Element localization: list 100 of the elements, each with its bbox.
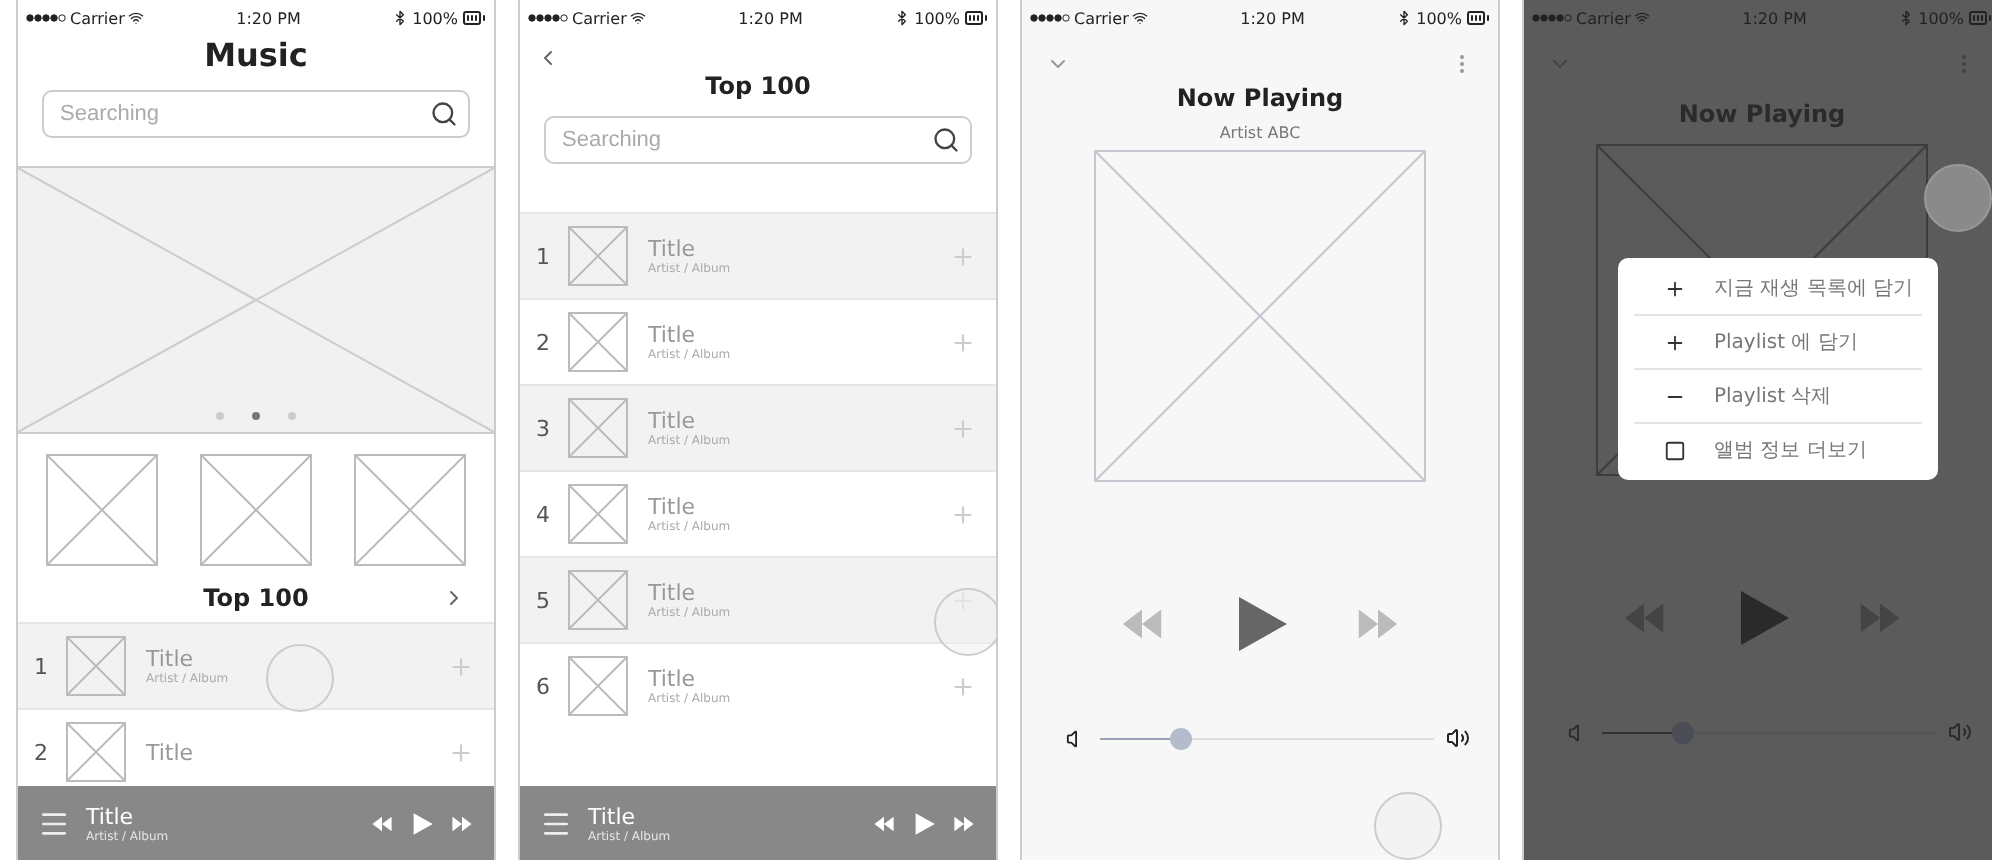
fast-forward-icon[interactable]	[952, 811, 976, 835]
add-icon[interactable]	[950, 329, 976, 355]
menu-item[interactable]: Playlist 에 담기	[1634, 316, 1922, 370]
wifi-icon	[1634, 10, 1651, 26]
add-icon[interactable]	[950, 587, 976, 613]
mini-player-title: Title	[588, 803, 638, 829]
rewind-icon[interactable]	[370, 811, 394, 835]
play-icon[interactable]	[410, 811, 434, 835]
rewind-icon[interactable]	[872, 811, 896, 835]
image-placeholder	[200, 454, 312, 566]
volume-slider[interactable]	[1602, 721, 1936, 743]
plus-icon	[1663, 331, 1685, 353]
add-icon[interactable]	[950, 415, 976, 441]
track-title: Title	[648, 494, 698, 520]
section-title: Top 100	[203, 584, 309, 612]
wifi-icon	[128, 10, 145, 26]
menu-item[interactable]: 앨범 정보 더보기	[1634, 424, 1922, 476]
track-title: Title	[648, 666, 698, 692]
battery-percent: 100%	[1416, 9, 1462, 27]
track-rank: 1	[34, 653, 50, 679]
status-time: 1:20 PM	[1240, 9, 1305, 27]
search-field[interactable]: Searching	[544, 116, 972, 164]
add-icon[interactable]	[950, 673, 976, 699]
battery-icon	[964, 6, 988, 30]
screen-title: Top 100	[703, 72, 813, 100]
image-placeholder	[66, 722, 126, 782]
bluetooth-icon	[1898, 10, 1915, 26]
track-title: Title	[146, 739, 196, 765]
track-rank: 2	[536, 329, 552, 355]
bluetooth-icon	[1396, 10, 1413, 26]
image-placeholder	[568, 656, 628, 716]
search-icon[interactable]	[430, 100, 458, 128]
menu-item[interactable]: 지금 재생 목록에 담기	[1634, 262, 1922, 316]
track-rank: 2	[34, 739, 50, 765]
artist-name: Artist ABC	[1217, 124, 1303, 142]
add-icon[interactable]	[448, 653, 474, 679]
add-icon[interactable]	[448, 739, 474, 765]
track-rank: 3	[536, 415, 552, 441]
bluetooth-icon	[392, 10, 409, 26]
volume-thumb[interactable]	[1671, 721, 1694, 743]
search-field[interactable]: Searching	[42, 90, 470, 138]
carrier-label: Carrier	[572, 9, 627, 27]
track-rank: 4	[536, 501, 552, 527]
track-rank: 1	[536, 243, 552, 269]
battery-percent: 100%	[412, 9, 458, 27]
touch-indicator-icon	[1374, 792, 1442, 860]
signal-icon	[26, 14, 66, 22]
track-rank: 6	[536, 673, 552, 699]
bluetooth-icon	[894, 10, 911, 26]
menu-icon[interactable]	[38, 807, 70, 839]
fast-forward-icon[interactable]	[450, 811, 474, 835]
image-placeholder	[568, 484, 628, 544]
menu-icon[interactable]	[540, 807, 572, 839]
battery-percent: 100%	[1918, 9, 1964, 27]
image-placeholder	[46, 454, 158, 566]
image-placeholder	[568, 226, 628, 286]
add-icon[interactable]	[950, 501, 976, 527]
touch-indicator-icon	[934, 588, 996, 656]
track-title: Title	[648, 408, 698, 434]
signal-icon	[1030, 14, 1070, 22]
battery-icon	[462, 6, 486, 30]
signal-icon	[528, 14, 568, 22]
play-icon[interactable]	[912, 811, 936, 835]
menu-item[interactable]: Playlist 삭제	[1634, 370, 1922, 424]
status-time: 1:20 PM	[236, 9, 301, 27]
image-placeholder	[66, 636, 126, 696]
image-placeholder	[354, 454, 466, 566]
plus-icon	[1663, 277, 1685, 299]
square-icon	[1663, 439, 1685, 461]
carrier-label: Carrier	[1074, 9, 1129, 27]
touch-indicator-icon	[1924, 164, 1992, 232]
page-dot[interactable]	[288, 412, 296, 420]
image-placeholder	[568, 398, 628, 458]
search-icon[interactable]	[932, 126, 960, 154]
wifi-icon	[630, 10, 647, 26]
carrier-label: Carrier	[70, 9, 125, 27]
carrier-label: Carrier	[1576, 9, 1631, 27]
image-placeholder	[568, 312, 628, 372]
track-title: Title	[648, 580, 698, 606]
volume-thumb[interactable]	[1169, 727, 1192, 749]
battery-percent: 100%	[914, 9, 960, 27]
image-placeholder	[568, 570, 628, 630]
screen-title: Music	[202, 36, 310, 74]
status-time: 1:20 PM	[1742, 9, 1807, 27]
track-row[interactable]: 2 Title	[18, 708, 494, 786]
page-dot[interactable]	[252, 412, 260, 420]
battery-icon	[1466, 6, 1490, 30]
battery-icon	[1968, 6, 1992, 30]
page-dot[interactable]	[216, 412, 224, 420]
add-icon[interactable]	[950, 243, 976, 269]
track-title: Title	[146, 646, 196, 672]
track-title: Title	[648, 236, 698, 262]
signal-icon	[1532, 14, 1572, 22]
status-time: 1:20 PM	[738, 9, 803, 27]
volume-slider[interactable]	[1100, 727, 1434, 749]
screen-title: Now Playing	[1174, 84, 1346, 112]
volume-high-icon[interactable]	[1446, 726, 1470, 750]
track-title: Title	[648, 322, 698, 348]
touch-indicator-icon	[266, 644, 334, 712]
wifi-icon	[1132, 10, 1149, 26]
